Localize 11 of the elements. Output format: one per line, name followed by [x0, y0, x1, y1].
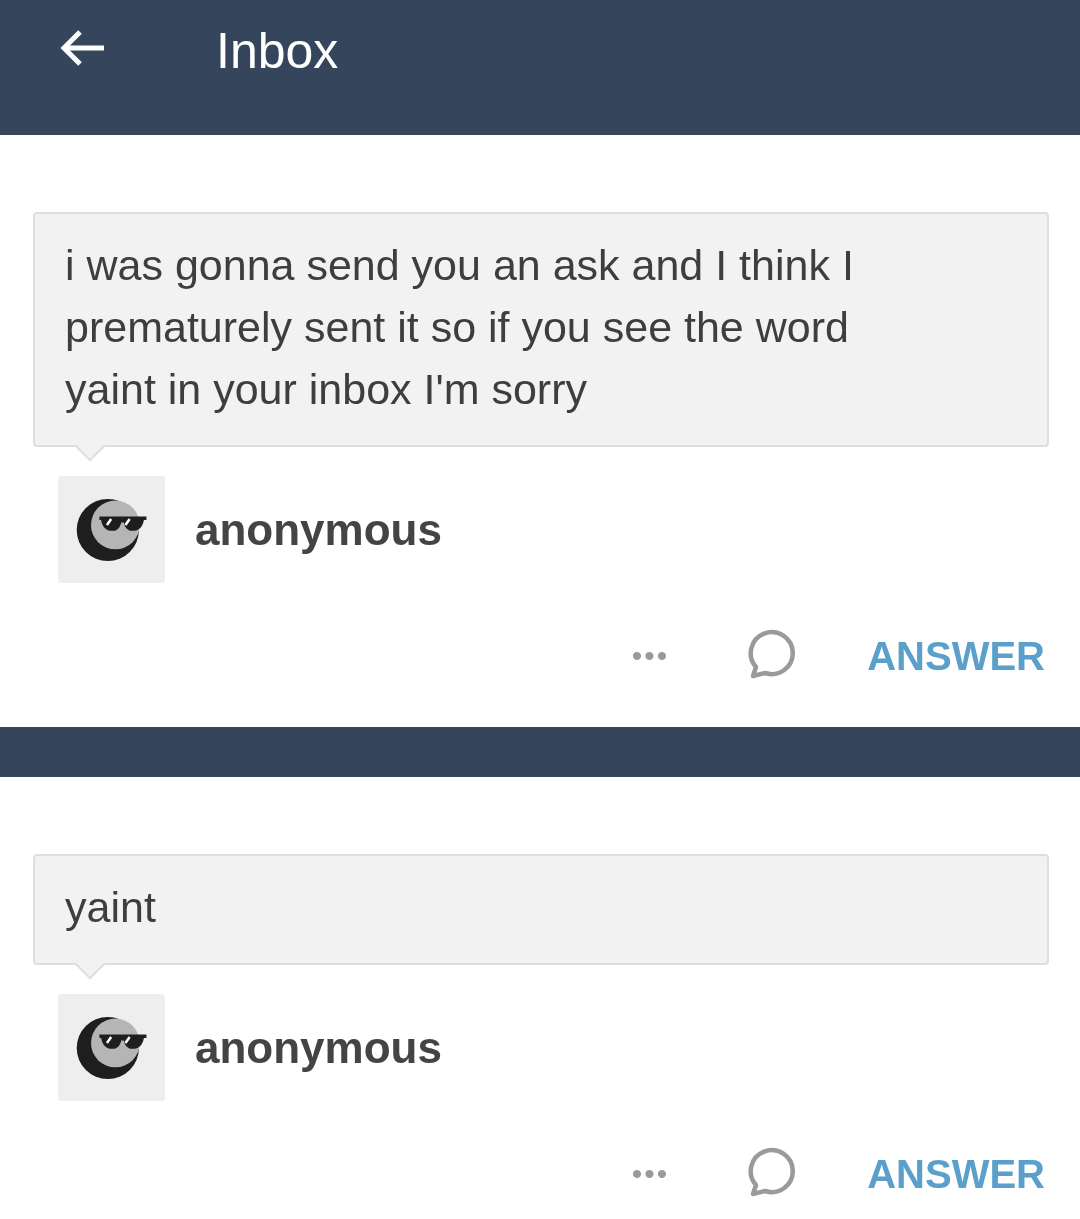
sender-name: anonymous — [195, 504, 442, 555]
message-text: i was gonna send you an ask and I think I prematurely sent it so if you see the word yaint in your inbox I'm sorry — [65, 240, 855, 415]
more-button[interactable]: ••• — [631, 639, 670, 673]
answer-button[interactable]: ANSWER — [867, 633, 1045, 679]
sender-name: anonymous — [195, 1022, 442, 1073]
avatar[interactable] — [58, 994, 165, 1101]
avatar[interactable] — [58, 476, 165, 583]
page-title: Inbox — [216, 22, 339, 80]
answer-button[interactable]: ANSWER — [867, 1151, 1045, 1197]
more-button[interactable]: ••• — [631, 1157, 670, 1191]
message-text: yaint — [65, 882, 157, 933]
